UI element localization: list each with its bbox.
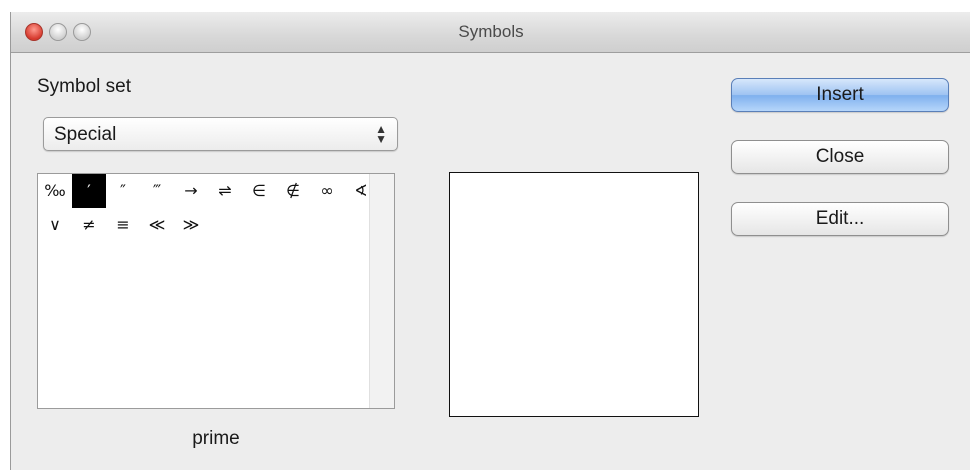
symbol-set-dropdown[interactable]: Special ▲ ▼ bbox=[43, 117, 398, 151]
insert-button[interactable]: Insert bbox=[731, 78, 949, 112]
symbol-cell[interactable]: → bbox=[174, 174, 208, 208]
symbol-cell[interactable]: ∨ bbox=[38, 208, 72, 242]
updown-arrows-icon: ▲ ▼ bbox=[375, 122, 387, 146]
symbol-set-value: Special bbox=[54, 124, 117, 145]
symbol-cell[interactable]: ∉ bbox=[276, 174, 310, 208]
symbol-name: prime bbox=[192, 428, 240, 449]
symbol-cell[interactable]: ≪ bbox=[140, 208, 174, 242]
symbol-cell[interactable]: ‰ bbox=[38, 174, 72, 208]
symbol-set-label: Symbol set bbox=[37, 76, 131, 97]
symbol-cell[interactable]: ∈ bbox=[242, 174, 276, 208]
symbol-cell[interactable]: ≠ bbox=[72, 208, 106, 242]
symbol-preview bbox=[449, 172, 699, 417]
close-button[interactable]: Close bbox=[731, 140, 949, 174]
title-bar[interactable]: Symbols bbox=[11, 12, 970, 53]
symbol-cell[interactable]: ≫ bbox=[174, 208, 208, 242]
symbol-cell[interactable]: ‴ bbox=[140, 174, 174, 208]
symbol-cell[interactable]: ≡ bbox=[106, 208, 140, 242]
edit-button[interactable]: Edit... bbox=[731, 202, 949, 236]
symbol-grid-scrollbar[interactable] bbox=[369, 174, 394, 408]
window-title: Symbols bbox=[458, 22, 524, 41]
symbol-grid[interactable]: ‰ ′ ″ ‴ → ⇌ ∈ ∉ ∞ ∢ ∨ ≠ ≡ ≪ ≫ bbox=[37, 173, 395, 409]
symbol-cell[interactable]: ″ bbox=[106, 174, 140, 208]
symbol-cell[interactable]: ′ bbox=[72, 174, 106, 208]
symbols-dialog: Symbols Symbol set Special ▲ ▼ ‰ ′ ″ ‴ → ⇌ ∈ ∉ ∞ ∢… bbox=[10, 12, 970, 470]
symbol-cell[interactable]: ∞ bbox=[310, 174, 344, 208]
symbol-cell[interactable]: ⇌ bbox=[208, 174, 242, 208]
